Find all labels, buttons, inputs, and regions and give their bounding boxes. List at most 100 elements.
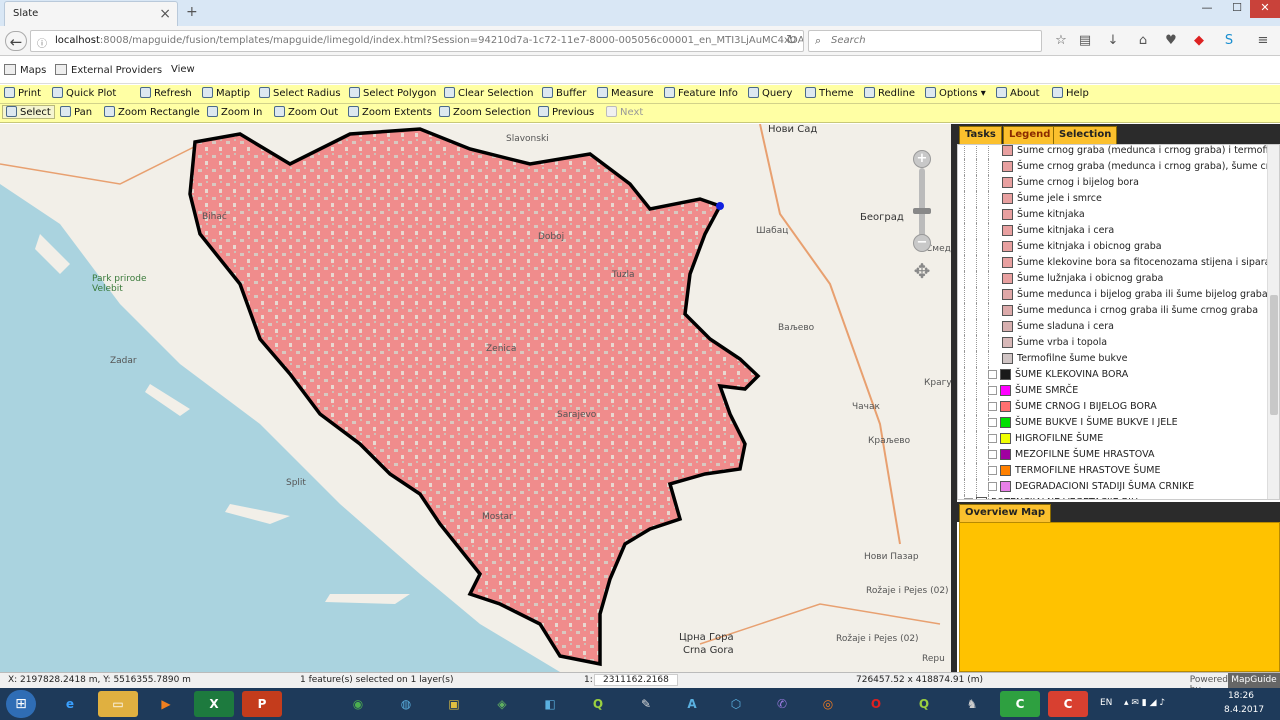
skype-icon[interactable]: S	[1220, 32, 1238, 50]
menu-external-providers[interactable]: External Providers	[55, 64, 162, 76]
zoom-in-button[interactable]: Zoom In	[207, 106, 262, 118]
refresh-button[interactable]: Refresh	[140, 87, 192, 99]
print-button[interactable]: Print	[4, 87, 41, 99]
start-button-icon[interactable]: ⊞	[6, 690, 36, 718]
scale-input[interactable]: 2311162.2168	[594, 674, 678, 686]
search-input[interactable]: ⌕ Search	[808, 30, 1042, 52]
legend-item[interactable]: Šume crnog graba (medunca i crnog graba)…	[958, 159, 1268, 175]
legend-item[interactable]: Šume lužnjaka i obicnog graba	[958, 271, 1268, 287]
legend-item[interactable]: ŠUME SMRČE	[958, 383, 1268, 399]
minimize-icon[interactable]: —	[1192, 0, 1222, 18]
select-radius-button[interactable]: Select Radius	[259, 87, 341, 99]
app-icon[interactable]: ◧	[530, 691, 570, 717]
options-button[interactable]: Options ▾	[925, 87, 986, 99]
tool-icon[interactable]: ✎	[626, 691, 666, 717]
select-button[interactable]: Select	[2, 105, 55, 119]
archive-icon[interactable]: ▣	[434, 691, 474, 717]
legend-item[interactable]: Šume crnog i bijelog bora	[958, 175, 1268, 191]
feature-info-button[interactable]: Feature Info	[664, 87, 738, 99]
legend-item[interactable]: POTENCIJALNE VEGETACIJE BIH	[958, 495, 1268, 499]
overview-tab[interactable]: Overview Map	[959, 504, 1052, 522]
legend-item[interactable]: Šume vrba i topola	[958, 335, 1268, 351]
zoom-selection-button[interactable]: Zoom Selection	[439, 106, 531, 118]
map-canvas[interactable]	[0, 124, 951, 672]
green-app-icon[interactable]: C	[1000, 691, 1040, 717]
menu-maps[interactable]: Maps	[4, 64, 46, 76]
previous-button[interactable]: Previous	[538, 106, 594, 118]
address-bar[interactable]: ⓘ localhost:8008/mapguide/fusion/templat…	[30, 30, 804, 52]
tab-tasks[interactable]: Tasks	[959, 126, 1002, 144]
legend-scroll-thumb[interactable]	[1270, 295, 1278, 415]
pan-control-icon[interactable]: ✥	[909, 258, 935, 284]
legend-item[interactable]: Termofilne šume bukve	[958, 351, 1268, 367]
zoom-slider-thumb[interactable]	[913, 208, 931, 214]
firefox-icon[interactable]: ◎	[808, 691, 848, 717]
next-button[interactable]: Next	[606, 106, 643, 118]
globe-icon[interactable]: ◍	[386, 691, 426, 717]
viber-icon[interactable]: ✆	[762, 691, 802, 717]
clock-date[interactable]: 8.4.2017	[1224, 705, 1264, 715]
bookmark-star-icon[interactable]: ☆	[1052, 32, 1070, 50]
layer-checkbox[interactable]	[988, 402, 997, 411]
about-button[interactable]: About	[996, 87, 1040, 99]
tab-legend[interactable]: Legend	[1003, 126, 1057, 144]
overview-map[interactable]	[959, 522, 1280, 672]
zoom-slider-track[interactable]	[919, 168, 925, 238]
shield-icon[interactable]: ◆	[1190, 32, 1208, 50]
zoom-minus-button[interactable]: −	[913, 234, 931, 252]
reload-icon[interactable]: ↻	[786, 33, 797, 48]
legend-item[interactable]: Šume jele i smrce	[958, 191, 1268, 207]
legend-item[interactable]: Šume klekovine bora sa fitocenozama stij…	[958, 255, 1268, 271]
tab-close-icon[interactable]: ×	[159, 6, 171, 22]
buffer-button[interactable]: Buffer	[542, 87, 586, 99]
excel-icon[interactable]: X	[194, 691, 234, 717]
legend-item[interactable]: Šume medunca i crnog graba ili šume crno…	[958, 303, 1268, 319]
menu-icon[interactable]: ≡	[1254, 32, 1272, 50]
media-player-icon[interactable]: ▶	[146, 691, 186, 717]
qgis-icon[interactable]: Q	[578, 691, 618, 717]
legend-item[interactable]: ŠUME BUKVE I ŠUME BUKVE I JELE	[958, 415, 1268, 431]
layer-checkbox[interactable]	[988, 466, 997, 475]
tab-selection[interactable]: Selection	[1053, 126, 1118, 144]
powerpoint-icon[interactable]: P	[242, 691, 282, 717]
layer-checkbox[interactable]	[988, 434, 997, 443]
chrome-icon[interactable]: ◉	[338, 691, 378, 717]
legend-item[interactable]: ŠUME CRNOG I BIJELOG BORA	[958, 399, 1268, 415]
layer-checkbox[interactable]	[988, 482, 997, 491]
home-icon[interactable]: ⌂	[1134, 32, 1152, 50]
zoom-out-button[interactable]: Zoom Out	[274, 106, 338, 118]
maximize-icon[interactable]: ☐	[1222, 0, 1252, 18]
legend-item[interactable]: HIGROFILNE ŠUME	[958, 431, 1268, 447]
theme-button[interactable]: Theme	[805, 87, 854, 99]
menu-view[interactable]: View	[171, 64, 195, 75]
legend-item[interactable]: DEGRADACIONI STADIJI ŠUMA CRNIKE	[958, 479, 1268, 495]
map-viewport[interactable]: Нови Сад Београд Шабац Смед Ваљево Крагу…	[0, 124, 951, 672]
reading-list-icon[interactable]: ▤	[1076, 32, 1094, 50]
legend-item[interactable]: Šume medunca i bijelog graba ili šume bi…	[958, 287, 1268, 303]
info-icon[interactable]: ⓘ	[37, 35, 47, 50]
legend-item[interactable]: Šume kitnjaka	[958, 207, 1268, 223]
language-indicator[interactable]: EN	[1100, 698, 1112, 708]
maptip-button[interactable]: Maptip	[202, 87, 250, 99]
zoom-plus-button[interactable]: +	[913, 150, 931, 168]
legend-item[interactable]: Šume sladuna i cera	[958, 319, 1268, 335]
browser-tab[interactable]: Slate ×	[4, 1, 178, 26]
downloads-icon[interactable]: ↓	[1104, 32, 1122, 50]
legend-scrollbar[interactable]	[1267, 145, 1279, 499]
box-icon[interactable]: ⬡	[716, 691, 756, 717]
legend-item[interactable]: TERMOFILNE HRASTOVE ŠUME	[958, 463, 1268, 479]
new-tab-icon[interactable]: +	[186, 4, 198, 20]
postgres-icon[interactable]: ♞	[952, 691, 992, 717]
clear-selection-button[interactable]: Clear Selection	[444, 87, 533, 99]
select-polygon-button[interactable]: Select Polygon	[349, 87, 436, 99]
pan-button[interactable]: Pan	[60, 106, 92, 118]
opera-icon[interactable]: O	[856, 691, 896, 717]
measure-button[interactable]: Measure	[597, 87, 654, 99]
layer-checkbox[interactable]	[988, 418, 997, 427]
redline-button[interactable]: Redline	[864, 87, 915, 99]
query-button[interactable]: Query	[748, 87, 792, 99]
ie-icon[interactable]: e	[50, 691, 90, 717]
legend-item[interactable]: Šume kitnjaka i cera	[958, 223, 1268, 239]
quick-plot-button[interactable]: Quick Plot	[52, 87, 116, 99]
layer-checkbox[interactable]	[988, 386, 997, 395]
